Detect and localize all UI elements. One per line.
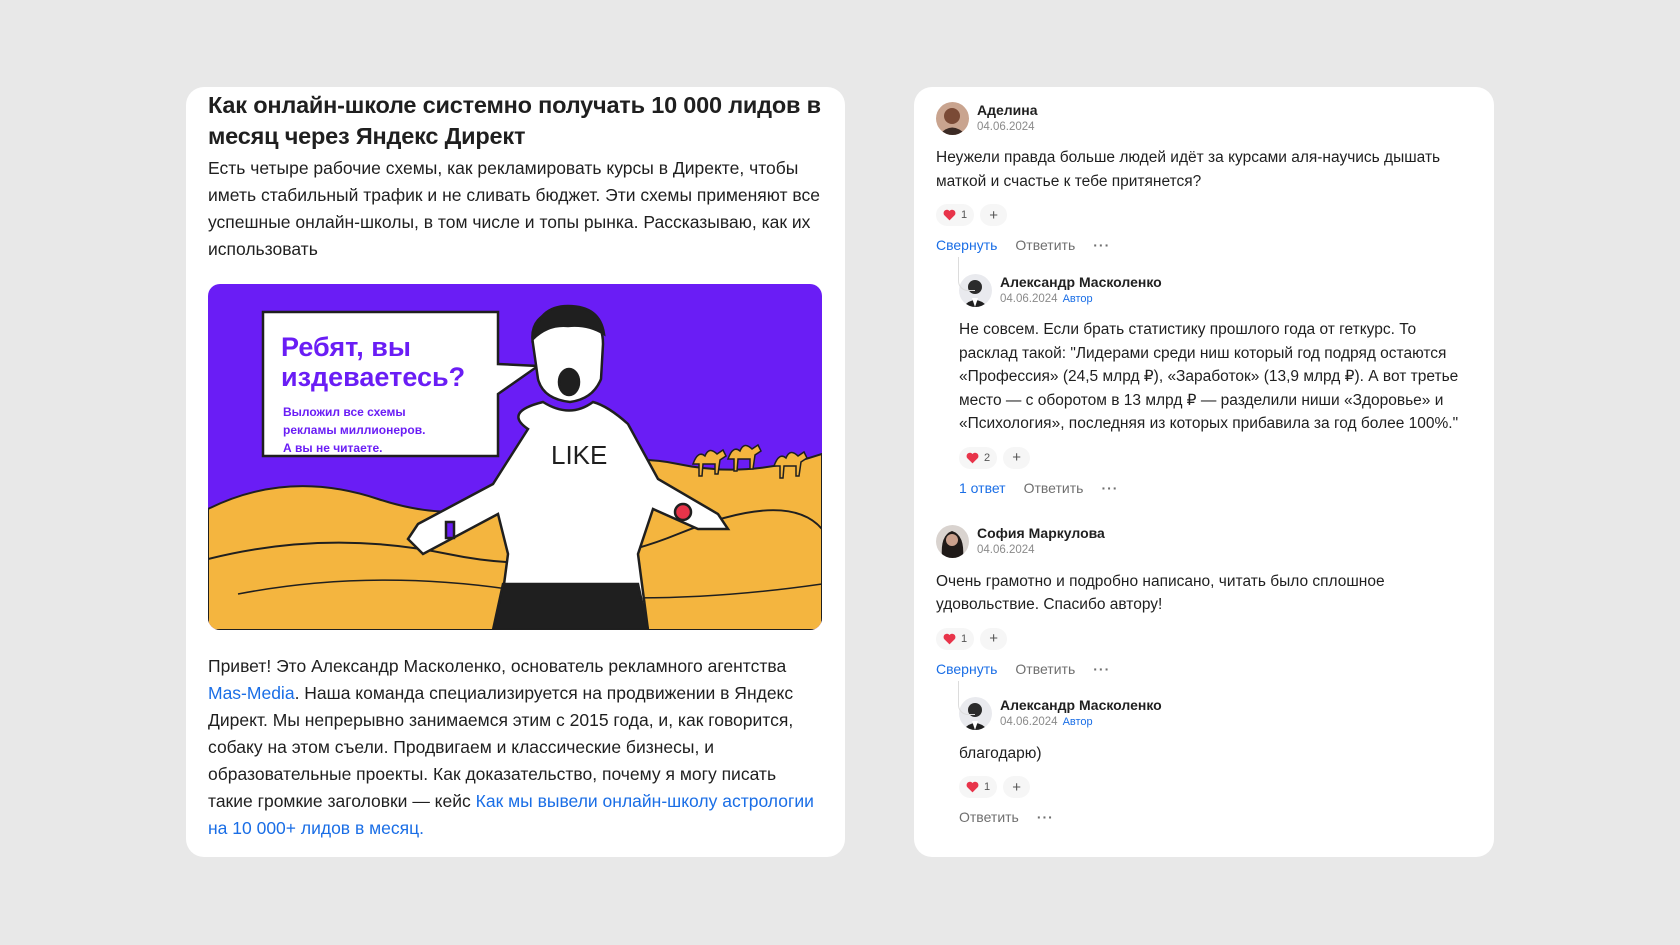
comment-actions: Свернуть Ответить ··· (936, 235, 1472, 255)
article-body: Привет! Это Александр Масколенко, основа… (208, 656, 814, 838)
plus-icon[interactable]: + (1003, 446, 1031, 469)
comment-text: Не совсем. Если брать статистику прошлог… (959, 321, 1459, 432)
like-button[interactable]: 1 (936, 204, 975, 226)
reactions: 1 + (959, 776, 1472, 798)
svg-text:Ребят, вы: Ребят, вы (281, 332, 411, 362)
plus-icon[interactable]: + (980, 627, 1008, 650)
svg-text:Выложил все схемы: Выложил все схемы (283, 405, 406, 419)
like-count: 2 (984, 451, 991, 464)
comment-date: 04.06.2024 (1000, 716, 1058, 728)
reply-button[interactable]: Ответить (1015, 661, 1075, 677)
heart-icon (966, 452, 979, 463)
comment-actions: Свернуть Ответить ··· (936, 659, 1472, 679)
reply-button[interactable]: Ответить (1015, 237, 1075, 253)
reply-comment: Александр Масколенко 04.06.2024 Автор Не … (958, 257, 1472, 498)
article-card: Как онлайн-школе системно получать 10 00… (186, 87, 845, 857)
comment-actions: 1 ответ Ответить ··· (959, 478, 1472, 498)
like-count: 1 (961, 209, 968, 221)
thread-line (958, 257, 975, 291)
article-lead: Есть четыре рабочие схемы, как рекламиро… (208, 158, 820, 259)
reply-button[interactable]: Ответить (959, 809, 1019, 825)
more-icon[interactable]: ··· (1037, 809, 1054, 825)
comment-text: Неужели правда больше людей идёт за курс… (936, 149, 1441, 190)
like-button[interactable]: 2 (959, 446, 998, 469)
comment-header: София Маркулова 04.06.2024 (936, 523, 1472, 561)
avatar[interactable] (936, 101, 969, 135)
reactions: 2 + (959, 446, 1472, 469)
more-icon[interactable]: ··· (1093, 661, 1110, 677)
comment-header: Аделина 04.06.2024 (936, 99, 1472, 137)
article-title: Как онлайн-школе системно получать 10 00… (208, 92, 821, 149)
collapse-button[interactable]: Свернуть (936, 661, 997, 677)
like-button[interactable]: 1 (959, 776, 998, 798)
svg-text:А вы не читаете.: А вы не читаете. (283, 441, 383, 455)
article-hero-image: Ребят, вы издеваетесь? Выложил все схемы… (208, 284, 822, 630)
comment-date: 04.06.2024 (1000, 292, 1058, 305)
comment-actions: Ответить ··· (959, 807, 1472, 827)
plus-icon[interactable]: + (980, 204, 1008, 226)
like-count: 1 (961, 632, 968, 645)
heart-icon (943, 209, 956, 221)
comment-author[interactable]: Александр Масколенко (1000, 697, 1162, 714)
comment-author[interactable]: Александр Масколенко (1000, 274, 1162, 291)
link-mas-media[interactable]: Mas-Media (208, 683, 295, 703)
collapse-button[interactable]: Свернуть (936, 237, 997, 253)
comment: София Маркулова 04.06.2024 Очень грамотн… (936, 523, 1472, 828)
reply-comment: Александр Масколенко 04.06.2024 Автор бла… (958, 680, 1472, 828)
more-icon[interactable]: ··· (1101, 480, 1118, 496)
svg-text:рекламы миллионеров.: рекламы миллионеров. (283, 423, 425, 437)
comment-text: Очень грамотно и подробно написано, чита… (936, 572, 1385, 614)
avatar[interactable] (936, 525, 969, 558)
plus-icon[interactable]: + (1003, 776, 1031, 798)
heart-icon (943, 633, 956, 644)
comment-author[interactable]: София Маркулова (977, 525, 1105, 542)
author-badge: Автор (1062, 292, 1093, 305)
comment-author[interactable]: Аделина (977, 102, 1038, 119)
comment-header: Александр Масколенко 04.06.2024 Автор (959, 271, 1472, 309)
reply-button[interactable]: Ответить (1024, 480, 1084, 496)
replies-count-button[interactable]: 1 ответ (959, 480, 1006, 496)
thread-line (958, 680, 975, 715)
comments-card: Аделина 04.06.2024 Неужели правда больше… (914, 87, 1494, 857)
svg-text:LIKE: LIKE (551, 440, 607, 470)
comment-date: 04.06.2024 (977, 120, 1035, 133)
author-badge: Автор (1062, 716, 1093, 728)
heart-icon (966, 781, 979, 793)
comment-text: благодарю) (959, 744, 1042, 762)
like-count: 1 (984, 781, 991, 793)
comment-date: 04.06.2024 (977, 544, 1035, 556)
comment: Аделина 04.06.2024 Неужели правда больше… (936, 99, 1472, 498)
speech-bubble: Ребят, вы издеваетесь? Выложил все схемы… (261, 310, 542, 458)
comment-header: Александр Масколенко 04.06.2024 Автор (959, 695, 1472, 733)
more-icon[interactable]: ··· (1093, 237, 1110, 253)
reactions: 1 + (936, 627, 1472, 650)
like-button[interactable]: 1 (936, 627, 975, 650)
reactions: 1 + (936, 204, 1472, 226)
svg-text:издеваетесь?: издеваетесь? (281, 362, 465, 392)
